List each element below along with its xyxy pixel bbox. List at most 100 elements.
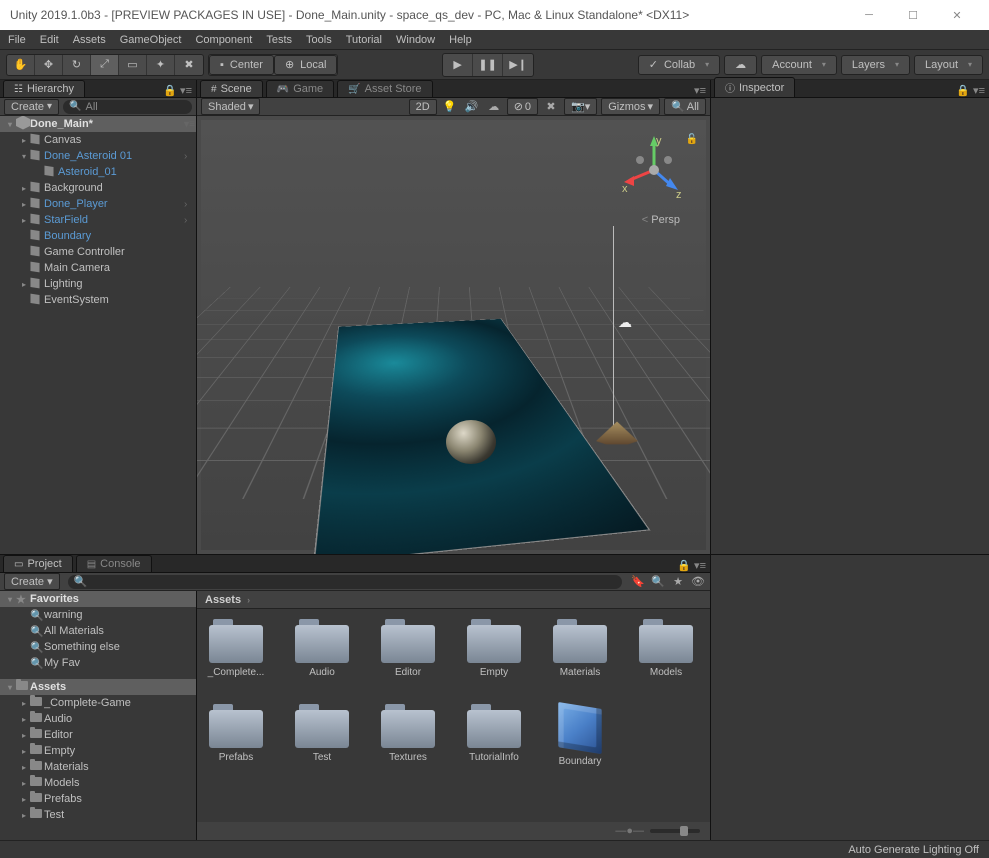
hierarchy-search[interactable]: 🔍All: [63, 100, 192, 114]
asset-tree-item[interactable]: ▸Test: [0, 807, 196, 823]
asset-item[interactable]: Editor: [379, 619, 437, 678]
scene-options-icon[interactable]: ▾≡: [184, 119, 196, 130]
hierarchy-item[interactable]: ▸StarField›: [0, 212, 196, 228]
menu-tutorial[interactable]: Tutorial: [346, 34, 382, 46]
hierarchy-item[interactable]: ▸Canvas: [0, 132, 196, 148]
asset-item[interactable]: Materials: [551, 619, 609, 678]
prefab-options-icon[interactable]: ›: [184, 215, 196, 226]
hierarchy-item[interactable]: Boundary: [0, 228, 196, 244]
asset-tree-item[interactable]: ▸Editor: [0, 727, 196, 743]
transparency-toggle[interactable]: ⊘0: [507, 98, 538, 115]
breadcrumb-root[interactable]: Assets: [205, 594, 241, 606]
pause-button[interactable]: ❚❚: [473, 54, 503, 76]
hierarchy-item[interactable]: EventSystem: [0, 292, 196, 308]
asteroid-object[interactable]: [446, 420, 496, 464]
2d-toggle[interactable]: 2D: [409, 99, 437, 115]
asset-item[interactable]: Test: [293, 704, 351, 767]
asset-item[interactable]: Prefabs: [207, 704, 265, 767]
play-button[interactable]: ▶: [443, 54, 473, 76]
assets-header[interactable]: ▾ Assets: [0, 679, 196, 695]
pivot-center-button[interactable]: ▪ Center: [209, 55, 274, 75]
collab-dropdown[interactable]: ✓ Collab: [638, 55, 720, 75]
menu-window[interactable]: Window: [396, 34, 435, 46]
tab-console[interactable]: ▤Console: [76, 555, 152, 572]
layout-dropdown[interactable]: Layout: [914, 55, 983, 75]
hand-tool[interactable]: ✋: [7, 55, 35, 75]
menu-gameobject[interactable]: GameObject: [120, 34, 182, 46]
favorites-header[interactable]: ▾★ Favorites: [0, 591, 196, 607]
asset-item[interactable]: TutorialInfo: [465, 704, 523, 767]
project-panel-menu[interactable]: 🔒 ▾≡: [673, 559, 710, 572]
fx-toggle-icon[interactable]: ☁: [485, 99, 503, 115]
hidden-packages-icon[interactable]: 👁: [690, 574, 706, 590]
menu-file[interactable]: File: [8, 34, 26, 46]
expand-arrow-icon[interactable]: ▾: [4, 120, 16, 129]
scene-search[interactable]: 🔍All: [664, 98, 706, 115]
asset-item[interactable]: Boundary: [551, 704, 609, 767]
favorite-item[interactable]: 🔍Something else: [0, 639, 196, 655]
filter-label-icon[interactable]: 🔍: [650, 574, 666, 590]
audio-toggle-icon[interactable]: 🔊: [463, 99, 481, 115]
expand-arrow-icon[interactable]: ▸: [18, 280, 30, 289]
hierarchy-item[interactable]: Asteroid_01: [0, 164, 196, 180]
scene-view[interactable]: ☁ ❄ 🔓 y x z: [201, 120, 706, 550]
gizmos-dropdown[interactable]: Gizmos ▾: [601, 98, 660, 115]
prefab-options-icon[interactable]: ›: [184, 199, 196, 210]
tab-project[interactable]: ▭Project: [3, 555, 73, 572]
lighting-toggle-icon[interactable]: 💡: [441, 99, 459, 115]
hierarchy-item[interactable]: Game Controller: [0, 244, 196, 260]
transform-tool[interactable]: ✦: [147, 55, 175, 75]
orientation-gizmo[interactable]: y x z: [620, 136, 688, 204]
asset-item[interactable]: Empty: [465, 619, 523, 678]
menu-help[interactable]: Help: [449, 34, 472, 46]
expand-arrow-icon[interactable]: ▸: [18, 136, 30, 145]
hierarchy-item[interactable]: ▸Lighting: [0, 276, 196, 292]
scale-tool[interactable]: ⤢: [91, 55, 119, 75]
expand-arrow-icon[interactable]: ▾: [18, 152, 30, 161]
asset-item[interactable]: Textures: [379, 704, 437, 767]
menu-edit[interactable]: Edit: [40, 34, 59, 46]
rotate-tool[interactable]: ↻: [63, 55, 91, 75]
favorite-item[interactable]: 🔍My Fav: [0, 655, 196, 671]
grid-size-slider[interactable]: [650, 829, 700, 833]
asset-tree-item[interactable]: ▸Empty: [0, 743, 196, 759]
favorite-item[interactable]: 🔍warning: [0, 607, 196, 623]
scene-panel-menu[interactable]: ▾≡: [690, 84, 710, 97]
hierarchy-item[interactable]: ▸Done_Player›: [0, 196, 196, 212]
tab-scene[interactable]: #Scene: [200, 80, 263, 97]
hidden-toggle-icon[interactable]: ✖: [542, 99, 560, 115]
menu-assets[interactable]: Assets: [73, 34, 106, 46]
expand-arrow-icon[interactable]: ▸: [18, 184, 30, 193]
move-tool[interactable]: ✥: [35, 55, 63, 75]
camera-dropdown[interactable]: 📷▾: [564, 98, 597, 115]
asset-tree-item[interactable]: ▸Materials: [0, 759, 196, 775]
custom-tool[interactable]: ✖: [175, 55, 203, 75]
minimize-button[interactable]: ─: [847, 0, 891, 30]
asset-item[interactable]: Audio: [293, 619, 351, 678]
menu-component[interactable]: Component: [195, 34, 252, 46]
scene-row[interactable]: ▾ Done_Main* ▾≡: [0, 116, 196, 132]
project-search[interactable]: 🔍: [68, 575, 622, 589]
cloud-button[interactable]: ☁: [724, 55, 757, 75]
tab-game[interactable]: 🎮Game: [266, 80, 334, 97]
tab-inspector[interactable]: ⓘInspector: [714, 77, 795, 97]
asset-tree-item[interactable]: ▸_Complete-Game: [0, 695, 196, 711]
scene-viewport[interactable]: ☁ ❄ 🔓 y x z: [197, 116, 710, 554]
asset-item[interactable]: _Complete...: [207, 619, 265, 678]
hierarchy-item[interactable]: Main Camera: [0, 260, 196, 276]
pivot-local-button[interactable]: ⊕ Local: [274, 55, 338, 75]
prefab-options-icon[interactable]: ›: [184, 151, 196, 162]
shading-dropdown[interactable]: Shaded ▾: [201, 98, 260, 115]
save-search-icon[interactable]: ★: [670, 574, 686, 590]
filter-type-icon[interactable]: 🔖: [630, 574, 646, 590]
asset-item[interactable]: Models: [637, 619, 695, 678]
hierarchy-panel-menu[interactable]: 🔒 ▾≡: [159, 84, 196, 97]
rect-tool[interactable]: ▭: [119, 55, 147, 75]
close-button[interactable]: ✕: [935, 0, 979, 30]
maximize-button[interactable]: ☐: [891, 0, 935, 30]
menu-tests[interactable]: Tests: [266, 34, 292, 46]
inspector-panel-menu[interactable]: 🔒 ▾≡: [952, 84, 989, 97]
expand-arrow-icon[interactable]: ▸: [18, 200, 30, 209]
projection-label[interactable]: Persp: [642, 214, 680, 226]
expand-arrow-icon[interactable]: ▸: [18, 216, 30, 225]
